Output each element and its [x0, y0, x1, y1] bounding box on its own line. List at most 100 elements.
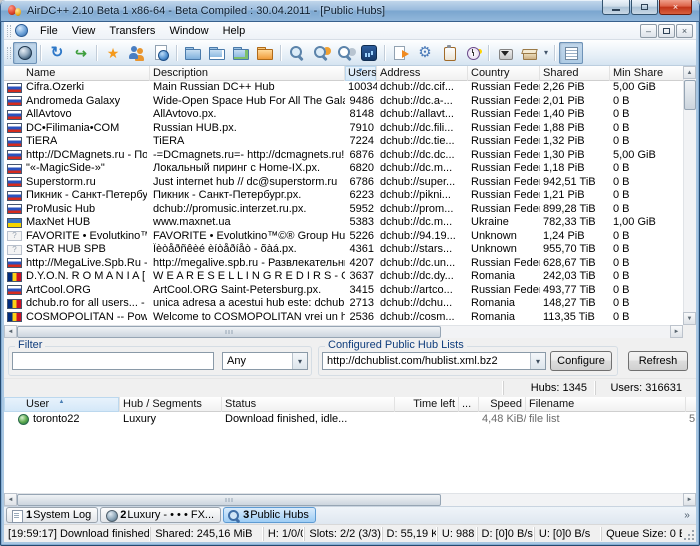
titlebar[interactable]: AirDC++ 2.10 Beta 1 x86-64 - Beta Compil…	[0, 0, 700, 22]
download-queue-button[interactable]	[181, 42, 205, 64]
scroll-right-button[interactable]: ►	[683, 493, 696, 506]
finished-uploads-button[interactable]	[253, 42, 277, 64]
chevron-down-icon[interactable]: ▾	[292, 353, 307, 369]
waiting-users-button[interactable]	[229, 42, 253, 64]
close-button[interactable]: ×	[659, 0, 692, 15]
scroll-left-button[interactable]: ◄	[4, 325, 17, 338]
transfer-column-header-speed[interactable]: Speed	[479, 397, 526, 412]
transfer-column-header-user[interactable]: User▲	[4, 397, 120, 412]
transfer-column-header-time-left[interactable]: Time left	[395, 397, 459, 412]
menu-item-help[interactable]: Help	[216, 23, 253, 39]
refresh-button[interactable]: Refresh	[628, 351, 688, 371]
minimize-button[interactable]	[602, 0, 630, 15]
favorite-users-button[interactable]	[125, 42, 149, 64]
hub-column-header-address[interactable]: Address	[377, 66, 468, 81]
hub-name-cell: DC•Filimania•COM	[4, 122, 150, 136]
open-filelist-button[interactable]	[389, 42, 413, 64]
follow-redirect-button[interactable]	[69, 42, 93, 64]
hub-row[interactable]: Пикник - Санкт-ПетербургПикник - Санкт-П…	[4, 189, 683, 203]
hub-row[interactable]: Cifra.OzerkiMain Russian DC++ Hub10034dc…	[4, 81, 683, 95]
tab-number: 1	[26, 509, 32, 521]
maximize-button[interactable]	[631, 0, 658, 15]
hscroll-thumb[interactable]	[17, 326, 441, 338]
mdi-close-button[interactable]: ×	[676, 24, 693, 38]
hub-row[interactable]: http://DCMagnets.ru - Порта...-=DCmagnet…	[4, 149, 683, 163]
hub-row[interactable]: "«-MagicSide-»"Локальный пиринг с Home-I…	[4, 162, 683, 176]
transfer-column-header-hub-segments[interactable]: Hub / Segments	[120, 397, 222, 412]
hub-column-header-min-share[interactable]: Min Share	[610, 66, 676, 81]
mdi-minimize-button[interactable]: –	[640, 24, 657, 38]
menu-item-view[interactable]: View	[65, 23, 103, 39]
hub-row[interactable]: TiERATiERA7224dchub://dc.tie...Russian F…	[4, 135, 683, 149]
hub-column-header-shared[interactable]: Shared	[540, 66, 610, 81]
rebar-grip[interactable]	[7, 25, 11, 37]
tab-overflow-button[interactable]: »	[680, 508, 694, 523]
hub-list-vscrollbar[interactable]: ▲ ▼	[683, 66, 696, 325]
hublist-combo[interactable]: http://dchublist.com/hublist.xml.bz2 ▾	[322, 352, 546, 370]
hub-row[interactable]: ArtCool.ORGArtCool.ORG Saint-Petersburg.…	[4, 284, 683, 298]
transfer-column-header--[interactable]: ...	[459, 397, 479, 412]
app-menu-icon[interactable]	[15, 24, 28, 37]
scroll-down-button[interactable]: ▼	[683, 312, 696, 325]
scroll-up-button[interactable]: ▲	[683, 66, 696, 79]
public-hubs-button[interactable]	[13, 42, 37, 64]
hub-row[interactable]: ProMusic Hubdchub://promusic.interzet.ru…	[4, 203, 683, 217]
hub-row[interactable]: Andromeda GalaxyWide-Open Space Hub For …	[4, 95, 683, 109]
hscroll-thumb[interactable]	[17, 494, 441, 506]
search-button[interactable]	[285, 42, 309, 64]
hub-row[interactable]: COSMOPOLITAN -- Powered...Welcome to COS…	[4, 311, 683, 325]
hub-row[interactable]: AllAvtovoAllAvtovo.px.8148dchub://allavt…	[4, 108, 683, 122]
hub-row[interactable]: ?STAR HUB SPBÏèòåðñêèé èíòåðíåò - õàá.px…	[4, 243, 683, 257]
hub-column-header-description[interactable]: Description	[150, 66, 345, 81]
hub-row[interactable]: ?FAVORITE • Evolutkino™©®FAVORITE • Evol…	[4, 230, 683, 244]
hub-column-header-name[interactable]: Name	[4, 66, 150, 81]
toggle-transfers-view-button[interactable]	[559, 42, 583, 64]
transfer-row[interactable]: toronto22LuxuryDownload finished, idle..…	[4, 412, 696, 426]
hub-row[interactable]: MaxNet HUBwww.maxnet.ua5383dchub://dc.m.…	[4, 216, 683, 230]
transfer-status: Download finished, idle...	[222, 412, 395, 426]
hub-min-share: 0 B	[610, 270, 676, 284]
transfer-user-cell: toronto22	[4, 412, 120, 426]
reconnect-button[interactable]	[45, 42, 69, 64]
mdi-restore-button[interactable]	[658, 24, 675, 38]
shutdown-button[interactable]	[493, 42, 517, 64]
transfer-column-header-status[interactable]: Status	[222, 397, 395, 412]
chevron-down-icon[interactable]: ▾	[541, 42, 551, 64]
transfer-column-header-filename[interactable]: Filename	[526, 397, 686, 412]
tab-public-hubs[interactable]: 3Public Hubs	[223, 507, 316, 523]
tab-system-log[interactable]: 1System Log	[6, 507, 98, 523]
filter-input[interactable]	[12, 352, 214, 370]
hub-row[interactable]: D.Y.O.N. R O M A N I A [ ...W E A R E S …	[4, 270, 683, 284]
hub-row[interactable]: dchub.ro for all users... - Pow...unica …	[4, 297, 683, 311]
toolbar-grip[interactable]	[7, 47, 11, 59]
search-spy-button[interactable]	[333, 42, 357, 64]
open-owned-lists-button[interactable]	[517, 42, 541, 64]
vscroll-thumb[interactable]	[684, 80, 696, 110]
recent-hubs-button[interactable]	[149, 42, 173, 64]
hub-column-header-users[interactable]: Users▼	[345, 66, 377, 81]
notepad-button[interactable]	[437, 42, 461, 64]
menu-item-file[interactable]: File	[33, 23, 65, 39]
filter-column-combo[interactable]: Any ▾	[222, 352, 308, 370]
adl-search-button[interactable]	[309, 42, 333, 64]
network-stats-button[interactable]	[357, 42, 381, 64]
hub-list-hscrollbar[interactable]: ◄ ►	[4, 325, 683, 338]
scroll-left-button[interactable]: ◄	[4, 493, 17, 506]
finished-downloads-button[interactable]	[205, 42, 229, 64]
favorite-hubs-button[interactable]	[101, 42, 125, 64]
hub-row[interactable]: DC•Filimania•COMRussian HUB.px.7910dchub…	[4, 122, 683, 136]
hub-row[interactable]: http://MegaLive.Spb.Ru - Фи...http://meg…	[4, 257, 683, 271]
settings-button[interactable]	[413, 42, 437, 64]
chevron-down-icon[interactable]: ▾	[530, 353, 545, 369]
hub-column-header-country[interactable]: Country	[468, 66, 540, 81]
resize-grip[interactable]	[682, 528, 696, 542]
tab-luxury-fx-[interactable]: 2Luxury - • • • FX...	[100, 507, 221, 523]
menu-item-window[interactable]: Window	[162, 23, 215, 39]
hub-row[interactable]: Superstorm.ruJust internet hub // dc@sup…	[4, 176, 683, 190]
transfer-column-header-extra[interactable]	[686, 397, 696, 412]
scroll-right-button[interactable]: ►	[670, 325, 683, 338]
transfers-hscrollbar[interactable]: ◄ ►	[4, 493, 696, 506]
menu-item-transfers[interactable]: Transfers	[102, 23, 162, 39]
away-button[interactable]	[461, 42, 485, 64]
configure-button[interactable]: Configure	[550, 351, 612, 371]
